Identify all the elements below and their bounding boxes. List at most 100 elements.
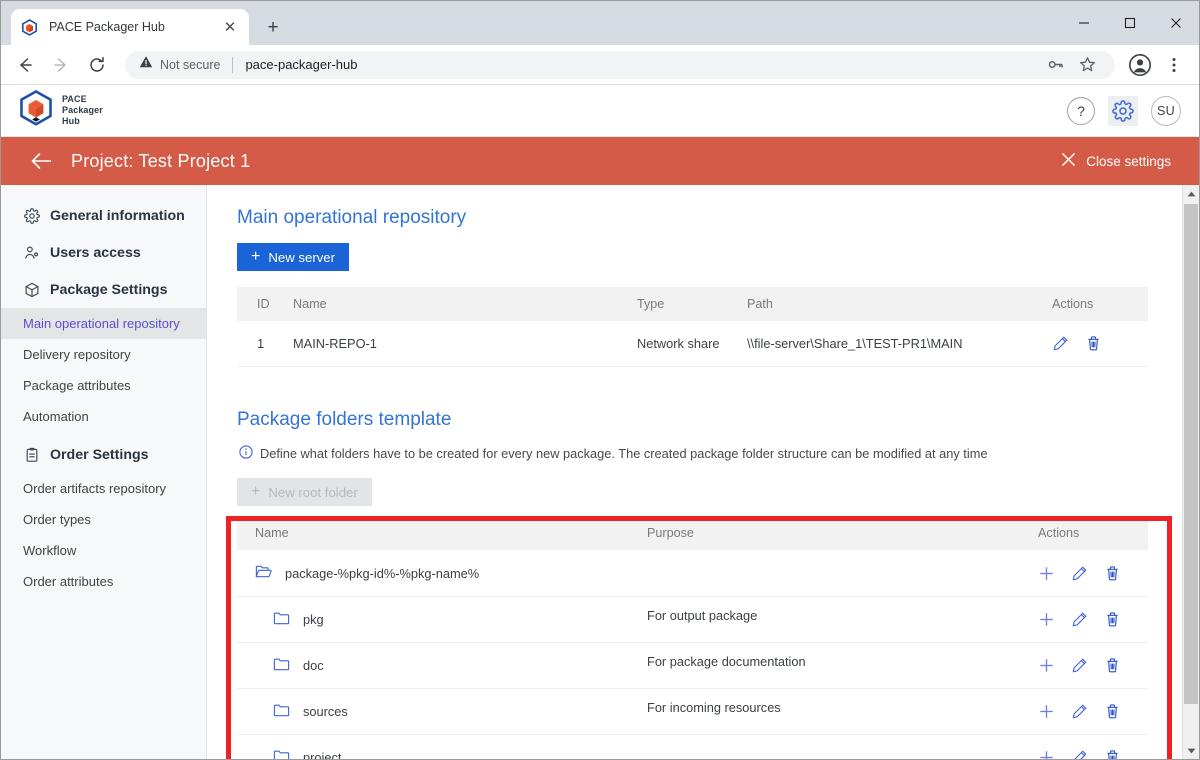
sidebar-item-order-attributes[interactable]: Order attributes [1, 566, 206, 597]
close-settings-label: Close settings [1086, 153, 1171, 169]
sidebar-item-package-attributes[interactable]: Package attributes [1, 370, 206, 401]
vertical-scrollbar[interactable] [1182, 185, 1199, 759]
table-row[interactable]: package-%pkg-id%-%pkg-name% [237, 550, 1148, 597]
delete-icon[interactable] [1085, 335, 1102, 352]
folder-name: sources [303, 704, 348, 719]
close-icon[interactable]: ✕ [221, 18, 239, 36]
cube-favicon [21, 18, 38, 36]
sidebar-item-order-settings[interactable]: Order Settings [1, 436, 206, 473]
tab-strip: PACE Packager Hub ✕ + [1, 1, 1199, 45]
scrollbar-track[interactable] [1183, 202, 1199, 742]
cell-purpose: For incoming resources [647, 688, 1024, 735]
delete-icon[interactable] [1104, 657, 1121, 674]
minimize-button[interactable] [1061, 1, 1107, 45]
new-root-folder-button[interactable]: + New root folder [237, 478, 372, 506]
back-arrow-icon[interactable] [29, 148, 55, 174]
sidebar-item-label: Package Settings [50, 281, 168, 298]
table-row[interactable]: doc For package documentation [237, 642, 1148, 689]
sidebar-item-label: Order artifacts repository [23, 481, 167, 496]
cell-name: pkg [237, 596, 647, 643]
folder-icon [273, 749, 290, 759]
folders-template-table: Name Purpose Actions package-%pkg-id%-%p… [237, 516, 1148, 759]
sidebar-item-package-settings[interactable]: Package Settings [1, 271, 206, 308]
cell-id: 1 [237, 321, 293, 367]
add-icon[interactable] [1038, 611, 1055, 628]
url-text[interactable]: pace-packager-hub [245, 57, 357, 72]
reload-icon[interactable] [81, 49, 113, 81]
repository-section-title: Main operational repository [237, 207, 467, 228]
help-label: ? [1077, 102, 1085, 119]
sidebar-item-delivery-repository[interactable]: Delivery repository [1, 339, 206, 370]
delete-icon[interactable] [1104, 565, 1121, 582]
profile-avatar-icon[interactable] [1123, 48, 1157, 82]
sidebar-item-label: Main operational repository [23, 316, 180, 331]
close-settings-button[interactable]: Close settings [1061, 152, 1171, 170]
security-indicator[interactable]: Not secure [139, 55, 220, 74]
template-info-note: Define what folders have to be created f… [239, 445, 1148, 462]
brand-line-2: Packager [62, 105, 103, 116]
edit-icon[interactable] [1071, 611, 1088, 628]
sidebar-item-automation[interactable]: Automation [1, 401, 206, 432]
template-section-title: Package folders template [237, 409, 452, 430]
new-server-button[interactable]: + New server [237, 243, 350, 271]
table-row[interactable]: sources For incoming resources [237, 688, 1148, 735]
forward-arrow-icon[interactable] [45, 49, 77, 81]
address-bar[interactable]: Not secure pace-packager-hub [125, 50, 1115, 79]
sidebar-item-general-information[interactable]: General information [1, 197, 206, 234]
help-icon[interactable]: ? [1067, 96, 1095, 125]
add-icon[interactable] [1038, 565, 1055, 582]
table-row[interactable]: pkg For output package [237, 596, 1148, 643]
table-header-row: ID Name Type Path Actions [237, 287, 1148, 321]
edit-icon[interactable] [1071, 565, 1088, 582]
sidebar-item-workflow[interactable]: Workflow [1, 535, 206, 566]
scroll-up-icon[interactable] [1183, 185, 1199, 202]
add-icon[interactable] [1038, 703, 1055, 720]
close-button[interactable] [1153, 1, 1199, 45]
plus-icon: + [251, 483, 261, 500]
table-row[interactable]: project [237, 734, 1148, 759]
security-label: Not secure [160, 57, 221, 72]
gear-icon[interactable] [1108, 95, 1138, 126]
scroll-down-icon[interactable] [1183, 742, 1199, 759]
column-header-actions: Actions [1038, 287, 1148, 321]
sidebar-item-label: Order types [23, 512, 91, 527]
repository-table: ID Name Type Path Actions 1 MAIN-REPO-1 … [237, 287, 1148, 367]
add-icon[interactable] [1038, 749, 1055, 759]
cell-purpose [647, 734, 1024, 759]
edit-icon[interactable] [1071, 703, 1088, 720]
cell-path: \\file-server\Share_1\TEST-PR1\MAIN [747, 321, 1038, 367]
browser-menu-icon[interactable] [1157, 48, 1191, 82]
sidebar-item-label: Order Settings [50, 446, 149, 463]
sidebar-item-order-artifacts-repository[interactable]: Order artifacts repository [1, 473, 206, 504]
password-key-icon[interactable] [1041, 51, 1069, 79]
scrollbar-thumb[interactable] [1184, 204, 1198, 704]
browser-tab[interactable]: PACE Packager Hub ✕ [11, 9, 249, 45]
table-row[interactable]: 1 MAIN-REPO-1 Network share \\file-serve… [237, 321, 1148, 367]
column-header-name: Name [293, 287, 637, 321]
edit-icon[interactable] [1052, 335, 1069, 352]
sidebar-item-order-types[interactable]: Order types [1, 504, 206, 535]
back-arrow-icon[interactable] [9, 49, 41, 81]
cell-name: doc [237, 642, 647, 689]
sidebar-item-main-operational-repository[interactable]: Main operational repository [1, 308, 206, 339]
sidebar-item-label: Workflow [23, 543, 77, 558]
column-header-id: ID [237, 287, 293, 321]
bookmark-star-icon[interactable] [1073, 51, 1101, 79]
delete-icon[interactable] [1104, 703, 1121, 720]
delete-icon[interactable] [1104, 749, 1121, 759]
column-header-path: Path [747, 287, 1038, 321]
folder-name: pkg [303, 612, 324, 627]
delete-icon[interactable] [1104, 611, 1121, 628]
edit-icon[interactable] [1071, 749, 1088, 759]
folder-open-icon [255, 564, 272, 582]
new-tab-button[interactable]: + [259, 13, 287, 41]
app-header: PACE Packager Hub ? SU [1, 85, 1199, 137]
maximize-button[interactable] [1107, 1, 1153, 45]
avatar[interactable]: SU [1151, 95, 1181, 126]
add-icon[interactable] [1038, 657, 1055, 674]
app-logo[interactable]: PACE Packager Hub [19, 90, 103, 131]
cell-actions [1024, 734, 1148, 759]
sidebar-item-users-access[interactable]: Users access [1, 234, 206, 271]
edit-icon[interactable] [1071, 657, 1088, 674]
folder-name: doc [303, 658, 324, 673]
